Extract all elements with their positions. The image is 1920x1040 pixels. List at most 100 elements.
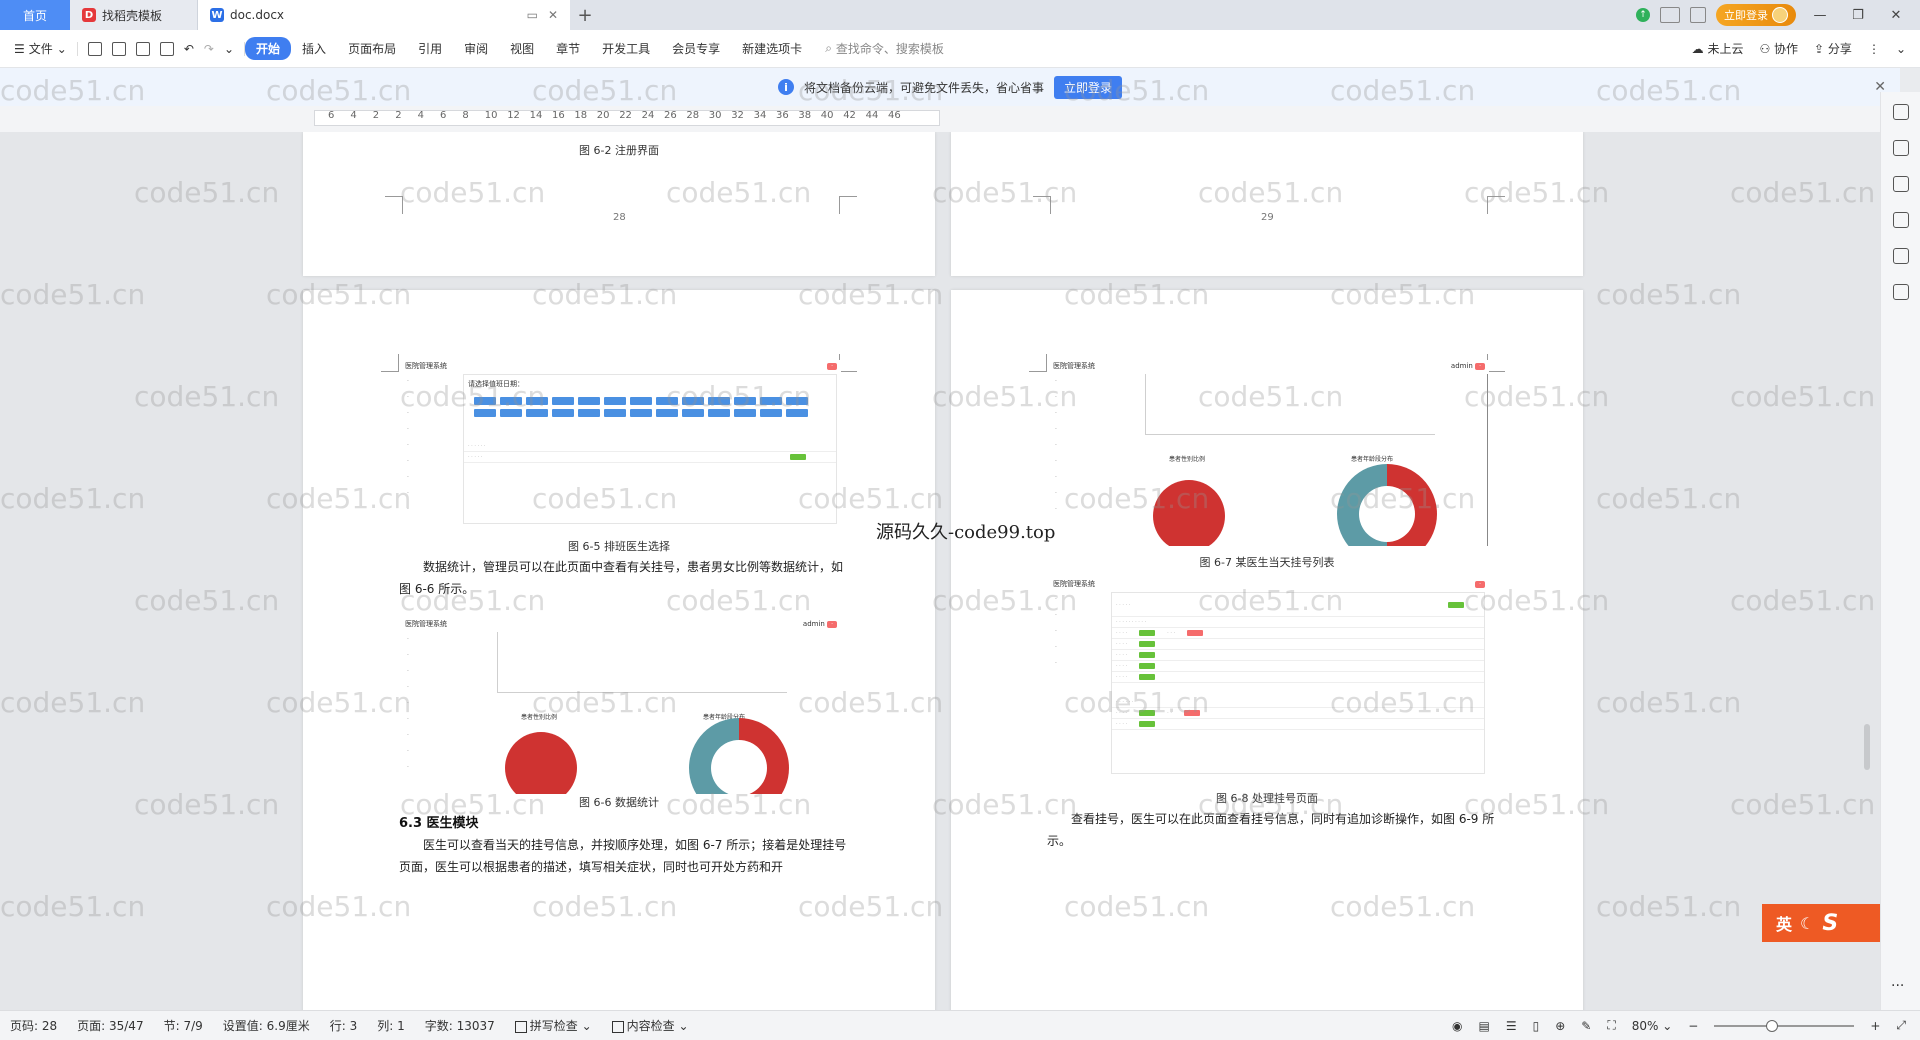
book-icon[interactable] (1893, 284, 1909, 300)
ruler-tick: 44 (865, 110, 879, 121)
cloud-status-label: 未上云 (1707, 42, 1744, 56)
zoom-slider[interactable] (1714, 1019, 1855, 1032)
ruler-tick: 24 (641, 110, 655, 121)
location-icon[interactable] (1893, 248, 1909, 264)
close-window-icon[interactable]: ✕ (1882, 8, 1910, 23)
figure-caption: 图 6-6 数据统计 (579, 796, 659, 809)
collapse-ribbon-icon[interactable]: ⌄ (1896, 42, 1906, 56)
content-check-icon (611, 1020, 624, 1033)
redo-icon[interactable]: ↷ (204, 42, 214, 56)
write-mode-icon[interactable]: ✎ (1581, 1019, 1591, 1033)
ruler-tick: 34 (753, 110, 767, 121)
margin-mark (1029, 354, 1047, 372)
scrollbar-thumb[interactable] (1864, 724, 1870, 770)
page-right: 医院管理系统 admin · · · · · · · · · · 患者性别比例 患者年龄段分布 图… (951, 290, 1583, 1010)
read-view-icon[interactable]: ▯ (1533, 1019, 1540, 1033)
spell-check-label: 拼写检查 (529, 1019, 578, 1033)
customize-icon[interactable]: ⌄ (224, 42, 234, 56)
status-page[interactable]: 页码: 28 (0, 1017, 67, 1034)
status-pages[interactable]: 页面: 35/47 (67, 1017, 153, 1034)
status-words[interactable]: 字数: 13037 (415, 1017, 505, 1034)
file-menu[interactable]: ☰ 文件 ⌄ (0, 40, 77, 57)
cloud-status-button[interactable]: ☁ 未上云 (1692, 40, 1744, 57)
pen-icon[interactable] (1893, 104, 1909, 120)
tab-new[interactable]: 新建选项卡 (731, 37, 813, 60)
zoom-out-button[interactable]: − (1688, 1019, 1698, 1033)
minimize-icon[interactable]: — (1806, 8, 1834, 23)
tab-reference[interactable]: 引用 (407, 37, 453, 60)
restore-icon[interactable]: ❐ (1844, 8, 1872, 23)
margin-mark (839, 354, 857, 372)
fit-page-icon[interactable]: ⛶ (1607, 1018, 1615, 1033)
content-check-button[interactable]: 内容检查 ⌄ (602, 1017, 699, 1034)
zoom-slider-knob[interactable] (1766, 1019, 1779, 1032)
notice-login-button[interactable]: 立即登录 (1054, 75, 1123, 99)
tab-member[interactable]: 会员专享 (661, 37, 731, 60)
ruler-tick: 18 (574, 110, 588, 121)
tab-home[interactable]: 首页 (0, 0, 70, 30)
vertical-scrollbar[interactable] (1860, 106, 1874, 1010)
ruler-tick: 6 (440, 110, 447, 121)
mini-app-name: 医院管理系统 (1053, 362, 1095, 370)
undo-icon[interactable]: ↶ (184, 42, 194, 56)
outline-view-icon[interactable]: ☰ (1506, 1019, 1517, 1033)
ruler-tick: 2 (395, 110, 402, 121)
checkbox-icon (514, 1020, 527, 1033)
close-tab-icon[interactable]: ✕ (548, 8, 558, 22)
document-canvas[interactable]: 图 6-2 注册界面 28 29 医院管理系统 · · · · · · · · · · 请选择值班… (0, 132, 1880, 1010)
mini-logout-badge: · (827, 362, 837, 370)
command-search[interactable]: ⌕ 查找命令、搜索模板 (825, 40, 944, 57)
mini-app-name: 医院管理系统 (405, 620, 447, 628)
adjust-icon[interactable] (1893, 176, 1909, 192)
tab-review[interactable]: 审阅 (453, 37, 499, 60)
login-button-label: 立即登录 (1724, 9, 1768, 22)
zoom-in-button[interactable]: + (1870, 1019, 1880, 1033)
more-icon[interactable]: ··· (1891, 978, 1904, 994)
image-icon[interactable] (1893, 212, 1909, 228)
ruler-tick: 30 (708, 110, 722, 121)
float-window-icon[interactable]: ▭ (527, 8, 538, 22)
collab-button[interactable]: ⚇ 协作 (1759, 40, 1798, 57)
tab-developer[interactable]: 开发工具 (591, 37, 661, 60)
tab-insert[interactable]: 插入 (291, 37, 337, 60)
mini-sidebar: · · · · · · · · · (407, 636, 409, 771)
share-button[interactable]: ⇪ 分享 (1814, 40, 1852, 57)
tab-document-label: doc.docx (230, 8, 285, 22)
more-icon[interactable]: ⋮ (1868, 42, 1880, 56)
layout-icon[interactable] (1660, 7, 1680, 23)
apps-grid-icon[interactable] (1690, 7, 1706, 23)
center-watermark: 源码久久-code99.top (876, 522, 1056, 543)
mini-body: 请选择值班日期： · · · · · · · · · · · (463, 374, 837, 524)
tab-template[interactable]: D 找稻壳模板 (70, 0, 198, 30)
zoom-level[interactable]: 80% ⌄ (1632, 1019, 1673, 1033)
ruler-tick: 20 (596, 110, 610, 121)
fullscreen-icon[interactable]: ⤢ (1896, 1018, 1906, 1033)
paragraph: 数据统计，管理员可以在此页面中查看有关挂号，患者男女比例等数据统计，如图 6-6… (399, 560, 844, 596)
select-icon[interactable] (1893, 140, 1909, 156)
export-pdf-icon[interactable] (111, 41, 126, 56)
tab-view[interactable]: 视图 (499, 37, 545, 60)
ruler-tick: 10 (484, 110, 498, 121)
web-view-icon[interactable]: ⊕ (1555, 1019, 1565, 1033)
collab-label: 协作 (1774, 42, 1799, 56)
eye-protect-icon[interactable]: ◉ (1452, 1019, 1462, 1033)
share-label: 分享 (1827, 42, 1852, 56)
ime-widget[interactable]: 英 ☾ S (1762, 904, 1880, 942)
figure-handle-registration: 医院管理系统 · · · · · · · · · · · · · · · · · · · … (1049, 578, 1489, 778)
print-icon[interactable] (135, 41, 150, 56)
tab-template-label: 找稻壳模板 (102, 8, 163, 23)
save-icon[interactable] (87, 41, 102, 56)
new-tab-button[interactable]: + (570, 0, 600, 30)
login-button[interactable]: 立即登录 (1716, 4, 1796, 26)
zoom-level-label: 80% (1631, 1018, 1659, 1033)
upload-icon[interactable]: ↑ (1636, 8, 1650, 22)
tab-chapter[interactable]: 章节 (545, 37, 591, 60)
spell-check-button[interactable]: 拼写检查 ⌄ (505, 1017, 602, 1034)
quick-access: ↶ ↷ ⌄ (76, 41, 246, 56)
tab-page-layout[interactable]: 页面布局 (337, 37, 407, 60)
tab-document[interactable]: W doc.docx ▭ ✕ (198, 0, 570, 30)
page-view-icon[interactable]: ▤ (1478, 1019, 1489, 1033)
print-preview-icon[interactable] (159, 41, 174, 56)
tab-start[interactable]: 开始 (245, 37, 292, 60)
sogou-logo-icon: S (1822, 910, 1839, 936)
